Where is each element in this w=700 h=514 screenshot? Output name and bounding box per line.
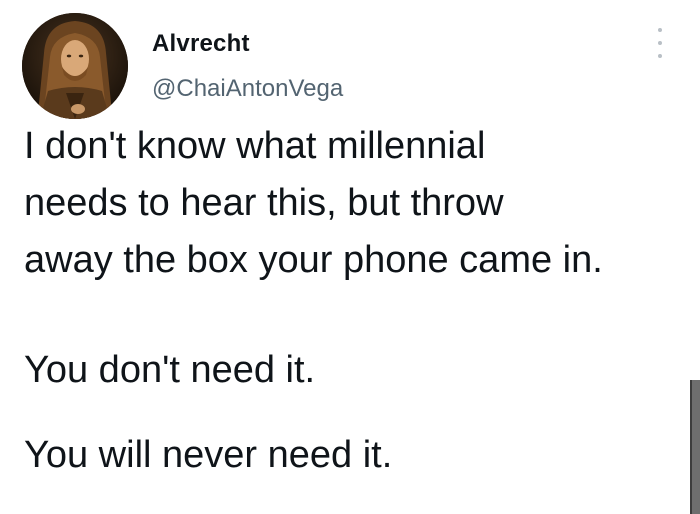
- more-vertical-icon: [658, 28, 662, 32]
- more-dot: [658, 54, 662, 58]
- more-dot: [658, 41, 662, 45]
- tweet-text-line: I don't know what millennial: [24, 125, 486, 167]
- author-avatar[interactable]: [22, 13, 128, 119]
- tweet-text-line: You don't need it.: [24, 349, 316, 391]
- tweet-card: Alvrecht @ChaiAntonVega I don't know wha…: [0, 0, 700, 514]
- tweet-text-line: away the box your phone came in.: [24, 239, 603, 281]
- more-options-button[interactable]: [650, 28, 670, 58]
- scrollbar[interactable]: [690, 380, 700, 514]
- portrait-avatar-icon: [22, 13, 128, 119]
- tweet-text-line: You will never need it.: [24, 434, 393, 476]
- tweet-text-line: needs to hear this, but throw: [24, 182, 504, 224]
- author-display-name[interactable]: Alvrecht: [152, 30, 250, 58]
- author-handle[interactable]: @ChaiAntonVega: [152, 75, 343, 103]
